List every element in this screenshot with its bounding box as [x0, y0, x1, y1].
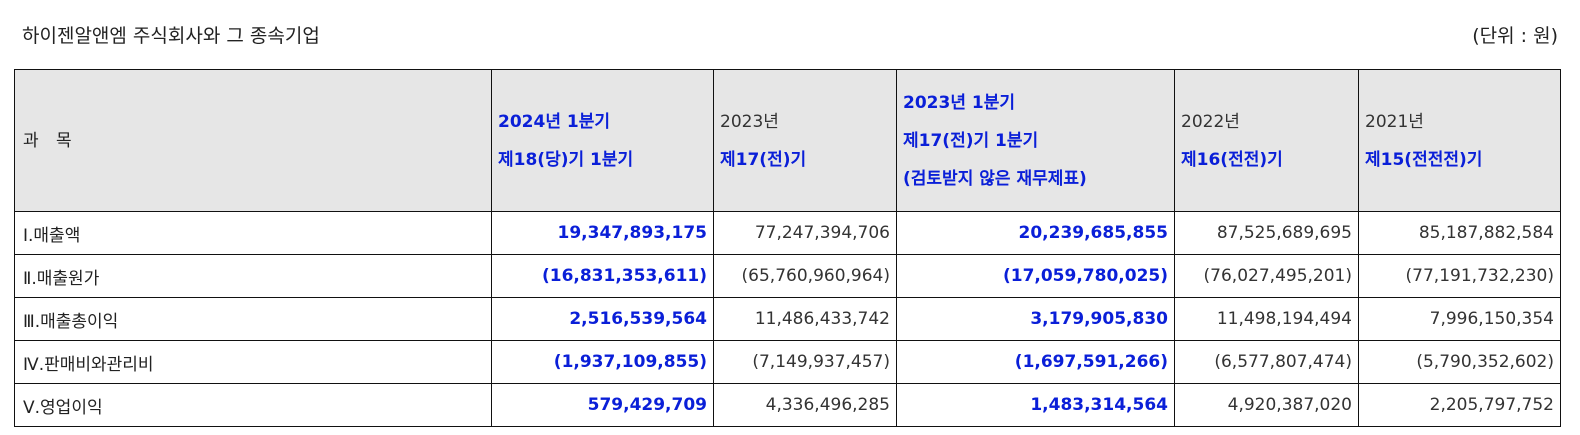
- column-header-year: 2024년 1분기: [498, 111, 610, 132]
- cell-2022: 4,920,387,020: [1174, 383, 1359, 427]
- cell-2021: 85,187,882,584: [1358, 211, 1561, 255]
- row-label: Ⅴ.영업이익: [14, 383, 492, 427]
- cell-2021: 7,996,150,354: [1358, 297, 1561, 341]
- subject-column-header: 과 목: [14, 69, 492, 212]
- row-label: Ⅱ.매출원가: [14, 254, 492, 298]
- column-header-year: 2023년 1분기: [903, 92, 1015, 113]
- table-row: Ⅳ.판매비와관리비 (1,937,109,855) (7,149,937,457…: [14, 340, 1561, 384]
- column-header-2023: 2023년 제17(전)기: [713, 69, 897, 212]
- column-header-note: (검토받지 않은 재무제표): [903, 168, 1087, 189]
- column-header-year: 2021년: [1365, 111, 1424, 132]
- cell-2024q1: 2,516,539,564: [491, 297, 714, 341]
- column-header-period: 제16(전전)기: [1181, 149, 1283, 170]
- column-header-period: 제17(전)기 1분기: [903, 130, 1039, 151]
- company-title: 하이젠알앤엠 주식회사와 그 종속기업: [22, 24, 320, 47]
- cell-2023: 11,486,433,742: [713, 297, 897, 341]
- cell-2023q1: 3,179,905,830: [896, 297, 1175, 341]
- table-row: Ⅰ.매출액 19,347,893,175 77,247,394,706 20,2…: [14, 211, 1561, 255]
- cell-2021: (5,790,352,602): [1358, 340, 1561, 384]
- cell-2024q1: 19,347,893,175: [491, 211, 714, 255]
- report-header: 하이젠알앤엠 주식회사와 그 종속기업 (단위 : 원): [22, 18, 1558, 50]
- column-header-period: 제18(당)기 1분기: [498, 149, 634, 170]
- cell-2022: (6,577,807,474): [1174, 340, 1359, 384]
- cell-2023: (7,149,937,457): [713, 340, 897, 384]
- cell-2023q1: 1,483,314,564: [896, 383, 1175, 427]
- column-header-year: 2023년: [720, 111, 779, 132]
- cell-2024q1: 579,429,709: [491, 383, 714, 427]
- cell-2021: (77,191,732,230): [1358, 254, 1561, 298]
- column-header-year: 2022년: [1181, 111, 1240, 132]
- row-label: Ⅲ.매출총이익: [14, 297, 492, 341]
- table-row: Ⅱ.매출원가 (16,831,353,611) (65,760,960,964)…: [14, 254, 1561, 298]
- cell-2024q1: (1,937,109,855): [491, 340, 714, 384]
- unit-label: (단위 : 원): [1472, 24, 1558, 47]
- cell-2023: 77,247,394,706: [713, 211, 897, 255]
- cell-2023q1: 20,239,685,855: [896, 211, 1175, 255]
- table-row: Ⅴ.영업이익 579,429,709 4,336,496,285 1,483,3…: [14, 383, 1561, 427]
- cell-2023q1: (1,697,591,266): [896, 340, 1175, 384]
- cell-2023q1: (17,059,780,025): [896, 254, 1175, 298]
- cell-2023: (65,760,960,964): [713, 254, 897, 298]
- cell-2022: 87,525,689,695: [1174, 211, 1359, 255]
- cell-2023: 4,336,496,285: [713, 383, 897, 427]
- column-header-period: 제17(전)기: [720, 149, 807, 170]
- column-header-2023q1: 2023년 1분기 제17(전)기 1분기 (검토받지 않은 재무제표): [896, 69, 1175, 212]
- cell-2022: (76,027,495,201): [1174, 254, 1359, 298]
- cell-2022: 11,498,194,494: [1174, 297, 1359, 341]
- column-header-2024q1: 2024년 1분기 제18(당)기 1분기: [491, 69, 714, 212]
- column-header-period: 제15(전전전)기: [1365, 149, 1483, 170]
- cell-2021: 2,205,797,752: [1358, 383, 1561, 427]
- cell-2024q1: (16,831,353,611): [491, 254, 714, 298]
- table-row: Ⅲ.매출총이익 2,516,539,564 11,486,433,742 3,1…: [14, 297, 1561, 341]
- column-header-2021: 2021년 제15(전전전)기: [1358, 69, 1561, 212]
- row-label: Ⅳ.판매비와관리비: [14, 340, 492, 384]
- financial-summary-table: 과 목 2024년 1분기 제18(당)기 1분기 2023년 제17(전)기 …: [14, 69, 1561, 427]
- column-header-2022: 2022년 제16(전전)기: [1174, 69, 1359, 212]
- table-header-row: 과 목 2024년 1분기 제18(당)기 1분기 2023년 제17(전)기 …: [14, 69, 1561, 212]
- row-label: Ⅰ.매출액: [14, 211, 492, 255]
